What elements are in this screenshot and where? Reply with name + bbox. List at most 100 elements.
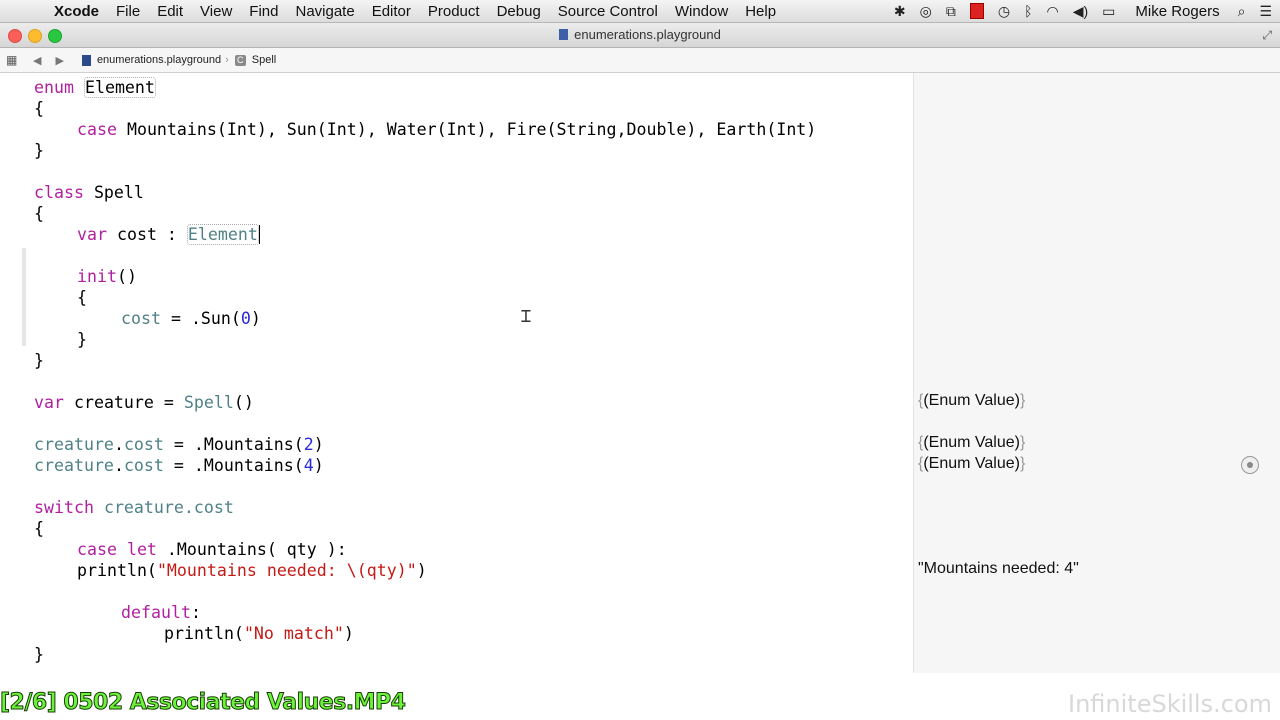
- code-line[interactable]: println("Mountains needed: \(qty)"): [77, 560, 427, 581]
- code-text: Mountains(Int), Sun(Int), Water(Int), Fi…: [116, 120, 817, 139]
- battery-icon[interactable]: ▭: [1102, 3, 1115, 20]
- code-text: creature =: [63, 393, 184, 412]
- code-line[interactable]: class Spell: [34, 182, 144, 203]
- menu-file[interactable]: File: [116, 3, 140, 20]
- video-label: [2/6] 0502 Associated Values.MP4: [0, 690, 406, 716]
- keyword: enum: [34, 78, 74, 97]
- menu-product[interactable]: Product: [428, 3, 480, 20]
- keyword: class: [34, 183, 84, 202]
- code-line[interactable]: }: [34, 140, 44, 161]
- type-placeholder[interactable]: Element: [186, 224, 259, 245]
- related-items-icon[interactable]: ▦: [6, 53, 19, 67]
- window-title-bar: enumerations.playground ⤢: [0, 23, 1280, 48]
- code-text: (): [116, 267, 137, 286]
- watermark: InfiniteSkills.com: [1068, 690, 1272, 718]
- menu-bar: Xcode File Edit View Find Navigate Edito…: [0, 0, 1280, 23]
- notification-center-icon[interactable]: ☰: [1259, 3, 1272, 20]
- playground-file-icon: [81, 54, 91, 66]
- keyword: default: [121, 603, 191, 622]
- code-line[interactable]: cost = .Sun(0): [121, 308, 261, 329]
- playground-file-icon: [559, 29, 569, 40]
- code-line[interactable]: }: [77, 329, 87, 350]
- code-text: .: [113, 456, 124, 475]
- spotlight-search-icon[interactable]: ⌕: [1238, 3, 1246, 20]
- code-text: :: [190, 603, 201, 622]
- result-value[interactable]: "Mountains needed: 4": [918, 560, 1079, 578]
- code-line[interactable]: creature.cost = .Mountains(4): [34, 455, 324, 476]
- code-line[interactable]: {: [34, 203, 44, 224]
- code-line[interactable]: {: [77, 287, 87, 308]
- enum-name: Element: [83, 77, 156, 98]
- result-value[interactable]: {(Enum Value)}: [918, 434, 1025, 452]
- wifi-icon[interactable]: ◠: [1047, 3, 1059, 20]
- forward-arrow-icon[interactable]: ▶: [55, 54, 63, 67]
- code-line[interactable]: enum Element: [34, 77, 156, 98]
- menu-find[interactable]: Find: [249, 3, 278, 20]
- code-line[interactable]: }: [34, 644, 44, 665]
- property-name: cost: [121, 309, 161, 328]
- code-text: ): [313, 456, 324, 475]
- source-editor[interactable]: [0, 73, 913, 673]
- menu-navigate[interactable]: Navigate: [295, 3, 354, 20]
- time-machine-icon[interactable]: ◷: [998, 3, 1010, 20]
- volume-icon[interactable]: ◀): [1073, 3, 1088, 20]
- code-line[interactable]: switch creature.cost: [34, 497, 234, 518]
- breadcrumb-separator-icon: ›: [225, 54, 229, 66]
- menu-editor[interactable]: Editor: [372, 3, 411, 20]
- keyword: switch: [34, 498, 94, 517]
- menu-edit[interactable]: Edit: [157, 3, 183, 20]
- string-literal: "Mountains needed: \(qty)": [156, 561, 417, 580]
- code-text: = .Mountains(: [163, 435, 304, 454]
- keyword: init: [77, 267, 117, 286]
- code-line[interactable]: case Mountains(Int), Sun(Int), Water(Int…: [77, 119, 816, 140]
- breadcrumb-symbol[interactable]: Spell: [252, 54, 276, 66]
- user-name[interactable]: Mike Rogers: [1135, 3, 1219, 20]
- result-value[interactable]: {(Enum Value)}: [918, 392, 1025, 410]
- variable-name: creature: [34, 435, 114, 454]
- code-line[interactable]: {: [34, 518, 44, 539]
- bluetooth-icon[interactable]: ᛒ: [1024, 3, 1032, 19]
- window-title-text: enumerations.playground: [574, 27, 721, 42]
- keyword: var: [34, 393, 64, 412]
- code-line[interactable]: creature.cost = .Mountains(2): [34, 434, 324, 455]
- code-line[interactable]: case let .Mountains( qty ):: [77, 539, 347, 560]
- breadcrumb-file[interactable]: enumerations.playground: [97, 54, 221, 66]
- back-arrow-icon[interactable]: ◀: [33, 54, 41, 67]
- code-text: ): [250, 309, 261, 328]
- code-line[interactable]: default:: [121, 602, 201, 623]
- value-history-icon[interactable]: [1241, 456, 1259, 474]
- menu-debug[interactable]: Debug: [497, 3, 541, 20]
- code-line[interactable]: var creature = Spell(): [34, 392, 254, 413]
- menu-source-control[interactable]: Source Control: [558, 3, 658, 20]
- code-text: println(: [77, 561, 157, 580]
- fullscreen-icon[interactable]: ⤢: [1262, 28, 1272, 43]
- screens-icon[interactable]: ⧉: [946, 3, 956, 20]
- code-line[interactable]: init(): [77, 266, 137, 287]
- keyword: case let: [77, 540, 157, 559]
- type-name: Spell: [183, 393, 234, 412]
- menu-view[interactable]: View: [200, 3, 232, 20]
- code-text: ): [313, 435, 324, 454]
- code-line[interactable]: println("No match"): [164, 623, 354, 644]
- recording-icon[interactable]: [969, 3, 984, 19]
- creative-cloud-icon[interactable]: ◎: [920, 3, 932, 20]
- menu-help[interactable]: Help: [745, 3, 776, 20]
- code-text: Spell: [83, 183, 144, 202]
- code-text: = .Mountains(: [163, 456, 304, 475]
- class-symbol-icon: C: [234, 54, 246, 66]
- keyword: case: [77, 120, 117, 139]
- jump-bar: ▦ ◀ ▶ enumerations.playground › C Spell: [0, 48, 1280, 73]
- code-line[interactable]: }: [34, 350, 44, 371]
- number-literal: 4: [303, 456, 314, 475]
- code-text: .Mountains( qty ):: [156, 540, 347, 559]
- code-text: .: [113, 435, 124, 454]
- result-value[interactable]: {(Enum Value)}: [918, 455, 1025, 473]
- menu-window[interactable]: Window: [675, 3, 728, 20]
- number-literal: 0: [240, 309, 251, 328]
- property-name: cost: [123, 456, 164, 475]
- menu-app-name[interactable]: Xcode: [54, 3, 99, 20]
- code-line[interactable]: {: [34, 98, 44, 119]
- code-line[interactable]: var cost : Element: [77, 224, 260, 245]
- scripts-icon[interactable]: ✱: [894, 3, 906, 20]
